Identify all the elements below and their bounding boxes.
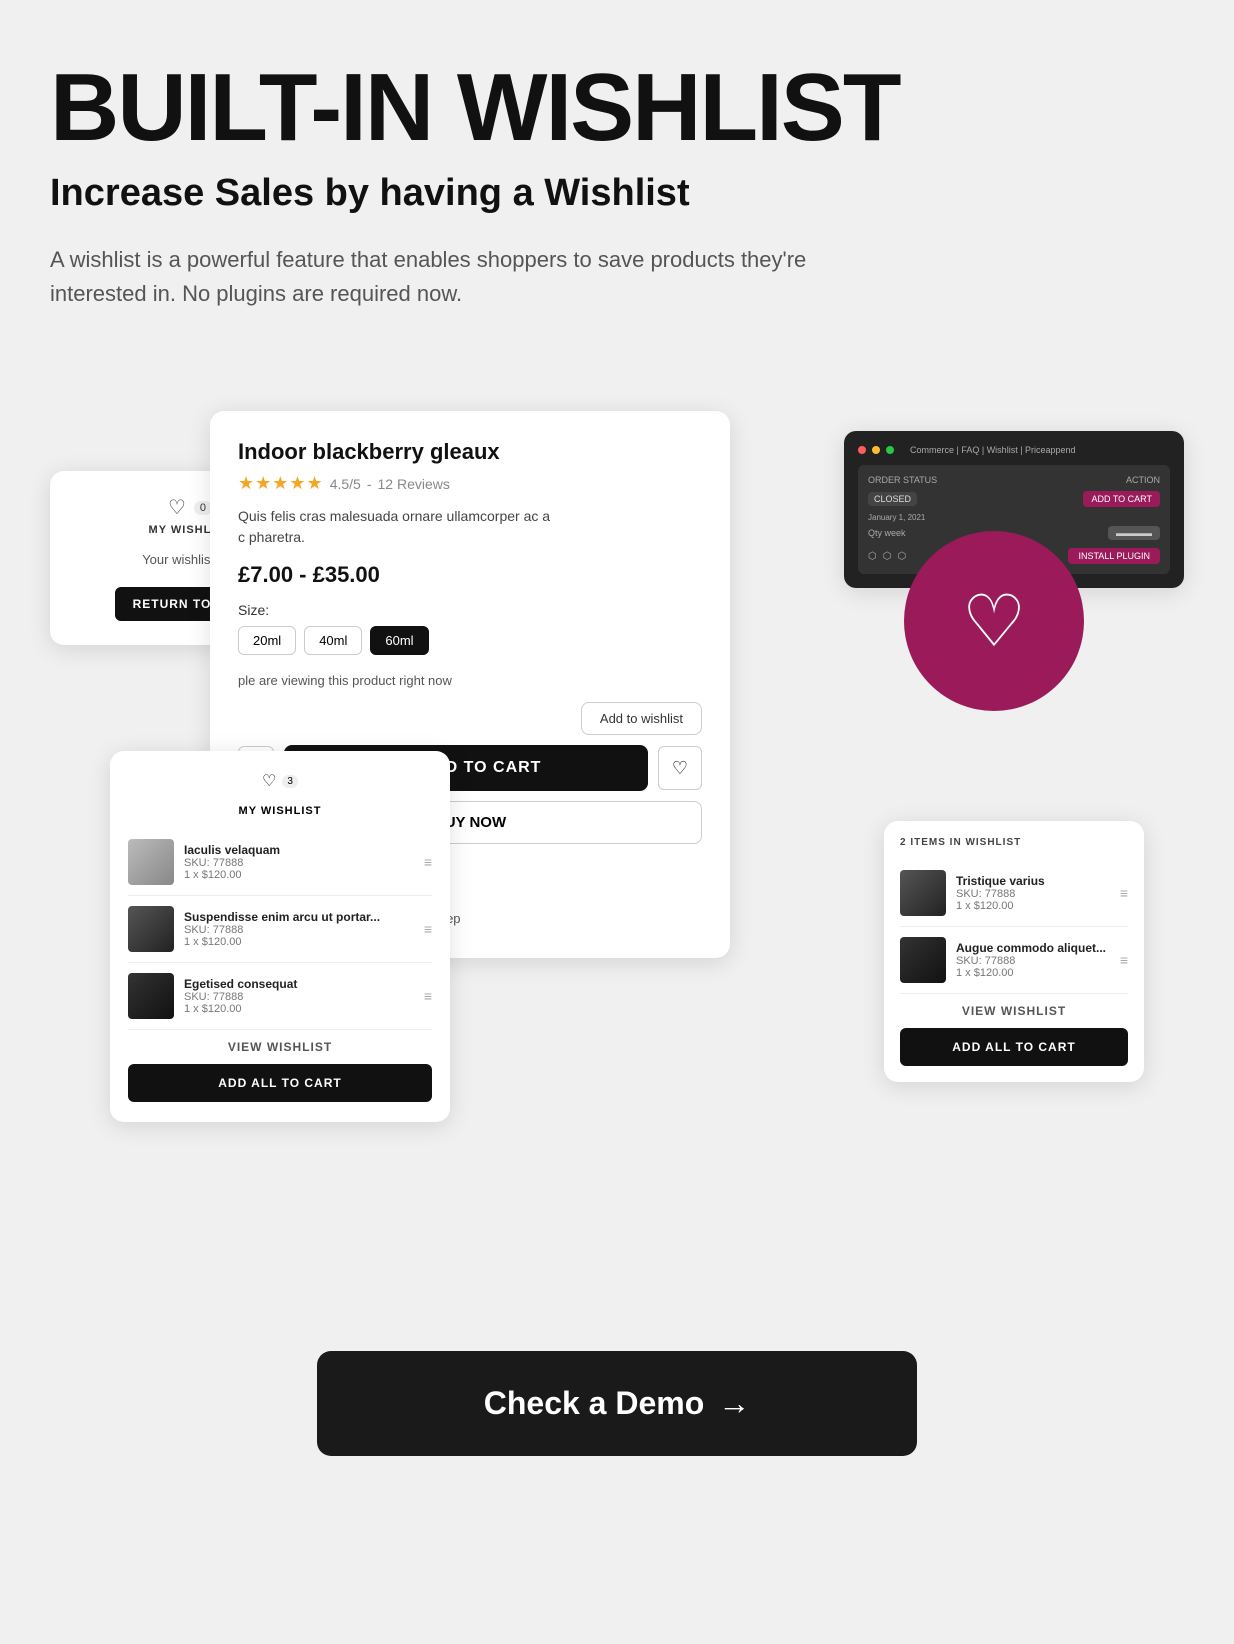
wl-item-remove-3[interactable]: ≡ (424, 988, 432, 1004)
wl-count-left: 3 (282, 775, 298, 788)
rating-value: 4.5/5 (330, 476, 361, 492)
add-all-to-cart-button-left[interactable]: ADD ALL TO CART (128, 1064, 432, 1102)
wishlist-items-header-left: ♡ 3 (128, 771, 432, 791)
cta-arrow: → (718, 1385, 750, 1422)
product-description: Quis felis cras malesuada ornare ullamco… (238, 506, 558, 548)
wl-item-price-1: 1 x $120.00 (184, 869, 414, 881)
admin-row-1: ORDER STATUS ACTION (868, 475, 1160, 485)
wl-item-1: Iaculis velaquam SKU: 77888 1 x $120.00 … (128, 829, 432, 896)
wl-heart-icon-left: ♡ (262, 771, 276, 791)
wl-right-item-1: Tristique varius SKU: 77888 1 x $120.00 … (900, 860, 1128, 927)
wishlist-heart-button[interactable]: ♡ (658, 746, 702, 790)
admin-nav-label: Commerce | FAQ | Wishlist | Priceappend (910, 445, 1076, 455)
wl-item-remove-1[interactable]: ≡ (424, 854, 432, 870)
star-icons: ★★★★★ (238, 473, 324, 494)
page-sub-title: Increase Sales by having a Wishlist (50, 172, 1184, 215)
wl-right-item-name-1: Tristique varius (956, 874, 1110, 888)
page-description: A wishlist is a powerful feature that en… (50, 243, 870, 311)
size-btn-60ml[interactable]: 60ml (370, 626, 428, 655)
heart-circle-overlay: ♡ (904, 531, 1084, 711)
wl-item-2: Suspendisse enim arcu ut portar... SKU: … (128, 896, 432, 963)
cta-section: Check a Demo → (50, 1351, 1184, 1456)
wl-right-item-name-2: Augue commodo aliquet... (956, 941, 1110, 955)
wl-right-item-img-1 (900, 870, 946, 916)
wl-item-name-1: Iaculis velaquam (184, 843, 414, 857)
admin-icon-2: ⬡ (883, 551, 892, 562)
screenshots-area: ♡ 0 MY WISHLIST Your wishlist is e RETUR… (50, 371, 1184, 1271)
wl-item-sku-1: SKU: 77888 (184, 857, 414, 869)
wl-right-item-2: Augue commodo aliquet... SKU: 77888 1 x … (900, 927, 1128, 994)
wl-item-name-3: Egetised consequat (184, 977, 414, 991)
admin-row-2: CLOSED ADD TO CART (868, 491, 1160, 507)
wl-right-item-img-2 (900, 937, 946, 983)
viewing-now-text: ple are viewing this product right now (238, 673, 702, 688)
wl-title-left: MY WISHLIST (128, 805, 432, 817)
wl-item-info-3: Egetised consequat SKU: 77888 1 x $120.0… (184, 977, 414, 1015)
product-price: £7.00 - £35.00 (238, 562, 702, 588)
wishlist-items-header-right: 2 ITEMS IN WISHLIST (900, 837, 1128, 848)
wl-item-name-2: Suspendisse enim arcu ut portar... (184, 910, 414, 924)
wl-item-img-2 (128, 906, 174, 952)
admin-social-icons: ⬡ ⬡ ⬡ (868, 551, 906, 562)
wl-right-item-remove-2[interactable]: ≡ (1120, 952, 1128, 968)
view-wishlist-button-right[interactable]: VIEW WISHLIST (900, 994, 1128, 1028)
wl-item-img-3 (128, 973, 174, 1019)
cta-label: Check a Demo (484, 1385, 705, 1422)
admin-icon-3: ⬡ (897, 551, 906, 562)
size-btn-40ml[interactable]: 40ml (304, 626, 362, 655)
wl-right-item-price-1: 1 x $120.00 (956, 900, 1110, 912)
wishlist-items-card-left: ♡ 3 MY WISHLIST Iaculis velaquam SKU: 77… (110, 751, 450, 1122)
size-buttons-row: 20ml 40ml 60ml (238, 626, 702, 655)
window-minimize-dot (872, 446, 880, 454)
wl-item-sku-2: SKU: 77888 (184, 924, 414, 936)
wishlist-items-card-right: 2 ITEMS IN WISHLIST Tristique varius SKU… (884, 821, 1144, 1082)
window-maximize-dot (886, 446, 894, 454)
admin-label-action: ACTION (1126, 475, 1160, 485)
page-main-title: BUILT-IN WISHLIST (50, 60, 1184, 156)
size-label: Size: (238, 602, 702, 618)
wl-item-info-1: Iaculis velaquam SKU: 77888 1 x $120.00 (184, 843, 414, 881)
admin-icon-1: ⬡ (868, 551, 877, 562)
add-all-to-cart-button-right[interactable]: ADD ALL TO CART (900, 1028, 1128, 1066)
admin-action-button[interactable]: ADD TO CART (1083, 491, 1160, 507)
wl-item-sku-3: SKU: 77888 (184, 991, 414, 1003)
add-to-wishlist-button[interactable]: Add to wishlist (581, 702, 702, 735)
admin-top-bar: Commerce | FAQ | Wishlist | Priceappend (858, 445, 1170, 455)
wl-right-item-info-1: Tristique varius SKU: 77888 1 x $120.00 (956, 874, 1110, 912)
wl-right-item-remove-1[interactable]: ≡ (1120, 885, 1128, 901)
wl-item-price-2: 1 x $120.00 (184, 936, 414, 948)
admin-status-badge: CLOSED (868, 492, 917, 506)
wl-right-item-sku-1: SKU: 77888 (956, 888, 1110, 900)
admin-info-text: January 1, 2021 (868, 513, 1160, 522)
wl-item-remove-2[interactable]: ≡ (424, 921, 432, 937)
rating-separator: - (367, 476, 372, 492)
review-count: 12 Reviews (378, 476, 450, 492)
admin-qty-value: ▬▬▬▬ (1108, 526, 1160, 540)
window-close-dot (858, 446, 866, 454)
wl-item-img-1 (128, 839, 174, 885)
wl-item-price-3: 1 x $120.00 (184, 1003, 414, 1015)
check-demo-button[interactable]: Check a Demo → (317, 1351, 917, 1456)
admin-install-btn[interactable]: INSTALL PLUGIN (1068, 548, 1160, 564)
product-title: Indoor blackberry gleaux (238, 439, 702, 465)
wl-item-info-2: Suspendisse enim arcu ut portar... SKU: … (184, 910, 414, 948)
rating-row: ★★★★★ 4.5/5 - 12 Reviews (238, 473, 702, 494)
heart-circle-icon: ♡ (962, 579, 1027, 663)
view-wishlist-button-left[interactable]: VIEW WISHLIST (128, 1030, 432, 1064)
size-btn-20ml[interactable]: 20ml (238, 626, 296, 655)
wl-right-item-info-2: Augue commodo aliquet... SKU: 77888 1 x … (956, 941, 1110, 979)
admin-label-status: ORDER STATUS (868, 475, 937, 485)
admin-qty-label: Qty week (868, 528, 906, 538)
wl-item-3: Egetised consequat SKU: 77888 1 x $120.0… (128, 963, 432, 1030)
wl-right-item-sku-2: SKU: 77888 (956, 955, 1110, 967)
add-wishlist-row: Add to wishlist (238, 702, 702, 735)
heart-icon-empty: ♡ (168, 495, 186, 520)
wl-right-item-price-2: 1 x $120.00 (956, 967, 1110, 979)
